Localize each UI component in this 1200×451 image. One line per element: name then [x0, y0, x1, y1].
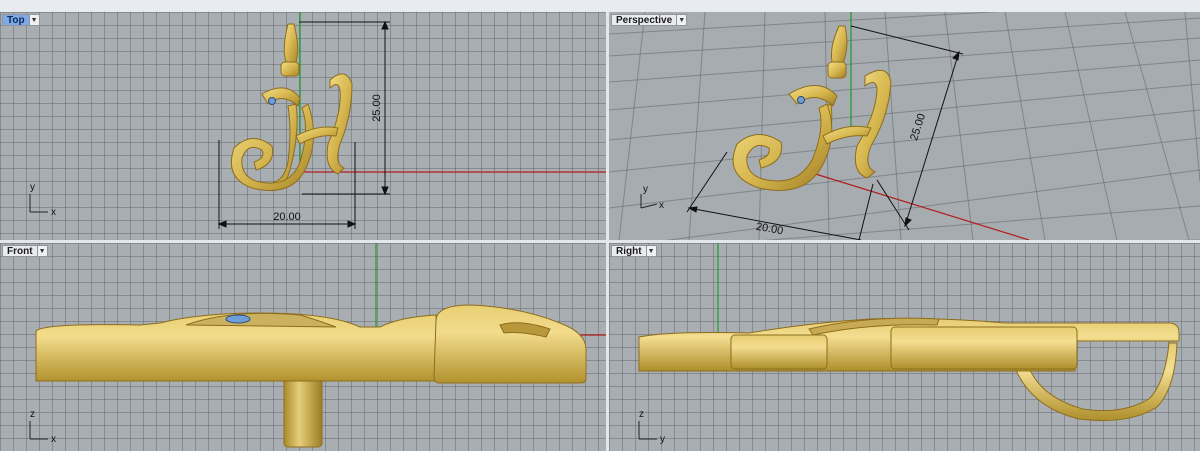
axis-gizmo-z-label: z [639, 409, 644, 420]
pendant-front-profile [35, 304, 587, 448]
top-view-canvas: 25.00 20.00 y x [29, 12, 606, 229]
viewport-splitter-vertical[interactable] [606, 12, 609, 451]
dimension-height-perspective-label: 25.00 [908, 112, 928, 142]
viewport-top[interactable]: Top ▼ 25.00 20.00 y x [0, 12, 606, 240]
viewport-front[interactable]: Front ▼ z x [0, 243, 606, 451]
pendant-h-top [230, 23, 353, 192]
axis-gizmo-y-label: y [643, 184, 648, 195]
viewport-label-top[interactable]: Top ▼ [2, 14, 40, 26]
axis-gizmo-right [638, 421, 657, 440]
viewport-name-top[interactable]: Top [2, 14, 30, 26]
viewport-right[interactable]: Right ▼ z y [609, 243, 1200, 451]
axis-gizmo-x-label: x [51, 434, 56, 445]
dimension-height-top-label: 25.00 [371, 94, 383, 122]
perspective-grid [609, 12, 1200, 240]
viewport-dropdown-arrow-icon[interactable]: ▼ [646, 245, 657, 257]
front-view-canvas: z x [29, 243, 606, 448]
axis-gizmo-y-label: y [660, 434, 665, 445]
axis-gizmo-x-label: x [659, 200, 664, 211]
axis-gizmo-top [29, 194, 48, 213]
viewport-dropdown-arrow-icon[interactable]: ▼ [677, 14, 688, 26]
viewport-dropdown-arrow-icon[interactable]: ▼ [37, 245, 48, 257]
axis-gizmo-front [29, 421, 48, 440]
axis-gizmo-z-label: z [30, 409, 35, 420]
dimension-width-top-label: 20.00 [273, 211, 301, 223]
axis-gizmo-x-label: x [51, 207, 56, 218]
viewport-perspective[interactable]: Perspective ▼ 25.00 20.00 y x [609, 12, 1200, 240]
axis-gizmo-y-label: y [30, 182, 35, 193]
axis-gizmo-perspective [640, 194, 658, 209]
viewport-name-front[interactable]: Front [2, 245, 38, 257]
viewport-label-front[interactable]: Front ▼ [2, 245, 48, 257]
viewport-splitter-horizontal[interactable] [0, 240, 1200, 243]
perspective-view-canvas: 25.00 20.00 y x [609, 12, 1200, 240]
right-view-canvas: z y [638, 243, 1180, 445]
viewport-name-right[interactable]: Right [611, 245, 647, 257]
pendant-h-perspective [732, 25, 892, 191]
pendant-right-profile [638, 317, 1180, 421]
viewport-label-right[interactable]: Right ▼ [611, 245, 657, 257]
viewport-name-perspective[interactable]: Perspective [611, 14, 678, 26]
viewport-dropdown-arrow-icon[interactable]: ▼ [29, 14, 40, 26]
viewport-label-perspective[interactable]: Perspective ▼ [611, 14, 688, 26]
